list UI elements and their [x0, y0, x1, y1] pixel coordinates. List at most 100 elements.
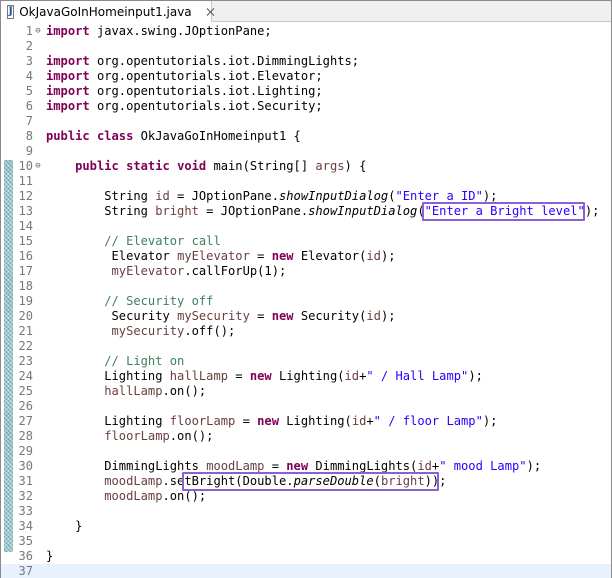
code-line[interactable]: 9 — [1, 144, 611, 159]
code-line[interactable]: 11 — [1, 174, 611, 189]
code-text: mySecurity.off(); — [111, 324, 236, 338]
code-line[interactable]: 18 — [1, 279, 611, 294]
line-number: 6 — [25, 99, 33, 113]
line-number: 11 — [18, 174, 33, 188]
code-text: // Light on — [104, 354, 185, 368]
line-number: 21 — [18, 324, 33, 338]
code-line[interactable]: 20 Security mySecurity = new Security(id… — [1, 309, 611, 324]
code-text: hallLamp.on(); — [104, 384, 207, 398]
line-number: 20 — [18, 309, 33, 323]
java-file-icon: J — [7, 4, 15, 19]
code-text: } — [46, 519, 83, 533]
code-text: } — [46, 549, 54, 563]
line-number: 19 — [18, 294, 33, 308]
close-icon[interactable] — [204, 5, 211, 19]
code-text: myElevator.callForUp(1); — [111, 264, 287, 278]
code-text: floorLamp.on(); — [104, 429, 214, 443]
line-number: 35 — [18, 534, 33, 548]
code-line[interactable]: 27 Lighting floorLamp = new Lighting(id+… — [1, 414, 611, 429]
code-line[interactable]: 3 import org.opentutorials.iot.DimmingLig… — [1, 54, 611, 69]
line-number: 9 — [25, 144, 33, 158]
line-number: 5 — [25, 84, 33, 98]
code-line[interactable]: 32 moodLamp.on(); — [1, 489, 611, 504]
line-number: 18 — [18, 279, 33, 293]
code-line[interactable]: 23 // Light on — [1, 354, 611, 369]
code-line[interactable]: 35 — [1, 534, 611, 549]
code-editor[interactable]: 1 ⊖ import javax.swing.JOptionPane; 2 3 impor… — [1, 23, 611, 578]
line-number: 27 — [18, 414, 33, 428]
code-line[interactable]: 14 — [1, 219, 611, 234]
fold-toggle-icon[interactable]: ⊖ — [33, 24, 43, 39]
line-number: 2 — [25, 39, 33, 53]
line-number: 3 — [25, 54, 33, 68]
line-number: 14 — [18, 219, 33, 233]
line-number: 10 — [18, 159, 33, 173]
code-line[interactable]: 34 } — [1, 519, 611, 534]
code-line[interactable]: 17 myElevator.callForUp(1); — [1, 264, 611, 279]
code-text: public static void main(String[] args) { — [75, 159, 367, 173]
line-number: 7 — [25, 114, 33, 128]
code-line[interactable]: 22 — [1, 339, 611, 354]
code-text: // Elevator call — [104, 234, 221, 248]
code-line[interactable]: 16 Elevator myElevator = new Elevator(id… — [1, 249, 611, 264]
code-line[interactable]: 28 floorLamp.on(); — [1, 429, 611, 444]
code-line[interactable]: 19 // Security off — [1, 294, 611, 309]
line-number: 8 — [25, 129, 33, 143]
line-number: 1 — [25, 24, 33, 38]
code-text: Security mySecurity = new Security(id); — [46, 309, 396, 323]
fold-toggle-icon[interactable]: ⊖ — [33, 159, 43, 174]
line-number: 36 — [18, 549, 33, 563]
code-text: moodLamp.on(); — [104, 489, 207, 503]
code-line[interactable]: 7 — [1, 114, 611, 129]
code-line[interactable]: 15 // Elevator call — [1, 234, 611, 249]
editor-window: J OkJavaGoInHomeinput1.java 1 ⊖ import jav… — [0, 0, 612, 578]
code-line[interactable]: 2 — [1, 39, 611, 54]
tab-title: OkJavaGoInHomeinput1.java — [19, 4, 192, 19]
code-line[interactable]: 21 mySecurity.off(); — [1, 324, 611, 339]
highlight-parse-double — [181, 472, 440, 491]
code-line[interactable]: 33 — [1, 504, 611, 519]
line-number: 22 — [18, 339, 33, 353]
line-number: 34 — [18, 519, 33, 533]
line-number: 37 — [18, 564, 33, 578]
highlight-bright-prompt — [421, 202, 585, 221]
code-line[interactable]: 6 import org.opentutorials.iot.Security; — [1, 99, 611, 114]
code-text: import org.opentutorials.iot.Security; — [46, 99, 323, 113]
line-number: 31 — [18, 474, 33, 488]
line-number: 33 — [18, 504, 33, 518]
code-text: Lighting hallLamp = new Lighting(id+" / … — [46, 369, 483, 383]
editor-tab-bar: J OkJavaGoInHomeinput1.java — [1, 1, 611, 22]
code-text: import org.opentutorials.iot.DimmingLigh… — [46, 54, 360, 68]
code-line[interactable]: 24 Lighting hallLamp = new Lighting(id+"… — [1, 369, 611, 384]
code-line[interactable]: 37 — [1, 564, 611, 578]
line-number: 24 — [18, 369, 33, 383]
line-number: 12 — [18, 189, 33, 203]
line-number: 17 — [18, 264, 33, 278]
code-line[interactable]: 4 import org.opentutorials.iot.Elevator; — [1, 69, 611, 84]
code-line[interactable]: 26 — [1, 399, 611, 414]
code-line[interactable]: 25 hallLamp.on(); — [1, 384, 611, 399]
line-number: 30 — [18, 459, 33, 473]
code-line[interactable]: 1 ⊖ import javax.swing.JOptionPane; — [1, 24, 611, 39]
line-number: 28 — [18, 429, 33, 443]
line-number: 26 — [18, 399, 33, 413]
line-number: 29 — [18, 444, 33, 458]
code-line[interactable]: 29 — [1, 444, 611, 459]
code-line[interactable]: 36} — [1, 549, 611, 564]
code-line[interactable]: 10 ⊖ public static void main(String[] arg… — [1, 159, 611, 174]
code-line[interactable]: 8 public class OkJavaGoInHomeinput1 { — [1, 129, 611, 144]
code-text: import javax.swing.JOptionPane; — [46, 24, 272, 38]
editor-tab[interactable]: J OkJavaGoInHomeinput1.java — [1, 1, 212, 22]
line-number: 32 — [18, 489, 33, 503]
code-text: import org.opentutorials.iot.Lighting; — [46, 84, 323, 98]
line-number: 13 — [18, 204, 33, 218]
line-number: 16 — [18, 249, 33, 263]
code-text: Elevator myElevator = new Elevator(id); — [46, 249, 396, 263]
code-text: Lighting floorLamp = new Lighting(id+" /… — [46, 414, 498, 428]
code-line[interactable]: 5 import org.opentutorials.iot.Lighting; — [1, 84, 611, 99]
line-number: 4 — [25, 69, 33, 83]
line-number: 23 — [18, 354, 33, 368]
code-text: // Security off — [104, 294, 214, 308]
code-text: public class OkJavaGoInHomeinput1 { — [46, 129, 301, 143]
line-number: 25 — [18, 384, 33, 398]
